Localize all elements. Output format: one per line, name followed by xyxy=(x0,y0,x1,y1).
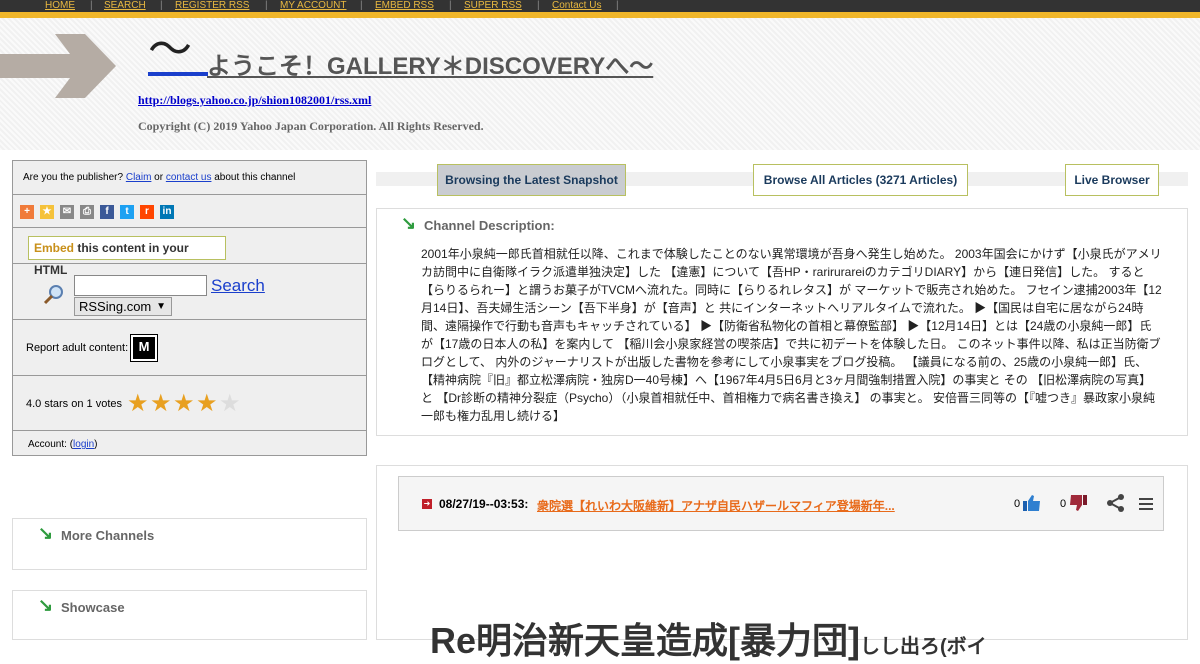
linkedin-icon[interactable]: in xyxy=(160,205,174,219)
nav-super-rss[interactable]: SUPER RSS xyxy=(464,0,522,12)
nav-my-account[interactable]: MY ACCOUNT xyxy=(280,0,347,12)
account-text: Account: (login) xyxy=(28,439,98,450)
tab-latest-snapshot[interactable]: Browsing the Latest Snapshot xyxy=(437,164,626,196)
article-heading-main: Re明治新天皇造成[暴力団] xyxy=(430,620,860,661)
article-heading-tail: しし出ろ(ボイ xyxy=(860,636,987,658)
claim-link[interactable]: Claim xyxy=(126,172,152,183)
title-underline-bar xyxy=(148,72,208,76)
mature-rating-icon[interactable]: M xyxy=(130,334,158,362)
empty-star-icon[interactable]: ★ xyxy=(219,392,241,416)
tab-live-browser[interactable]: Live Browser xyxy=(1065,164,1159,196)
publisher-label: Are you the publisher? xyxy=(23,172,126,183)
or-text: or xyxy=(151,172,166,183)
filled-star-icon[interactable]: ★ xyxy=(150,392,172,416)
rating-row: 4.0 stars on 1 votes ★ ★ ★ ★ ★ xyxy=(13,376,366,431)
more-channels-panel: ↘ More Channels xyxy=(12,518,367,570)
nav-separator: | xyxy=(449,0,452,11)
reddit-icon[interactable]: r xyxy=(140,205,154,219)
top-nav-bar: HOME | SEARCH | REGISTER RSS | MY ACCOUN… xyxy=(0,0,1200,12)
adult-label: Report adult content: xyxy=(26,342,129,354)
arrow-logo-icon xyxy=(0,34,116,98)
description-body: 2001年小泉純一郎氏首相就任以降、これまで体験したことのない異常環境が吾身へ発… xyxy=(421,247,1162,423)
filled-star-icon[interactable]: ★ xyxy=(127,392,149,416)
favorite-star-icon[interactable]: ★ xyxy=(40,205,54,219)
nav-contact-us[interactable]: Contact Us xyxy=(552,0,601,12)
add-icon[interactable]: + xyxy=(20,205,34,219)
search-row: Search RSSing.com ▼ xyxy=(13,264,366,320)
embed-button[interactable]: Embed this content in your HTML xyxy=(28,236,226,277)
thumbs-down-icon[interactable] xyxy=(1068,493,1088,513)
showcase-title: Showcase xyxy=(61,600,125,615)
more-channels-title: More Channels xyxy=(61,528,155,543)
nav-search[interactable]: SEARCH xyxy=(104,0,146,12)
search-button[interactable]: Search xyxy=(211,276,265,296)
title-tilde: ～ xyxy=(148,25,192,74)
twitter-icon[interactable]: t xyxy=(120,205,134,219)
publisher-suffix: about this channel xyxy=(211,172,296,183)
login-link[interactable]: login xyxy=(73,439,94,450)
green-arrow-icon: ↘ xyxy=(38,595,54,615)
publisher-text: Are you the publisher? Claim or contact … xyxy=(23,172,295,183)
account-row: Account: (login) xyxy=(13,431,366,456)
sidebar: Are you the publisher? Claim or contact … xyxy=(12,160,367,456)
green-arrow-icon: ↘ xyxy=(38,523,54,543)
filled-star-icon[interactable]: ★ xyxy=(196,392,218,416)
share-row: + ★ ✉ ⎙ f t r in xyxy=(13,195,366,228)
nav-register-rss[interactable]: REGISTER RSS xyxy=(175,0,249,12)
upvote-count: 0 xyxy=(1014,498,1021,510)
article-title-link[interactable]: 衆院選【れいわ大阪維新】アナザ自民ハザールマフィア登場新年... xyxy=(537,497,895,514)
green-arrow-icon: ↘ xyxy=(401,213,417,233)
embed-word: Embed xyxy=(34,241,75,255)
tab-all-articles[interactable]: Browse All Articles (3271 Articles) xyxy=(753,164,968,196)
nav-separator: | xyxy=(160,0,163,11)
copyright-text: Copyright (C) 2019 Yahoo Japan Corporati… xyxy=(138,119,484,133)
nav-embed-rss[interactable]: EMBED RSS xyxy=(375,0,434,12)
chevron-down-icon: ▼ xyxy=(156,301,166,312)
channel-title[interactable]: ようこそ！GALLERY＊DISCOVERYへ～ xyxy=(207,46,653,81)
account-close: ) xyxy=(94,439,98,450)
contact-us-link[interactable]: contact us xyxy=(166,172,212,183)
print-icon[interactable]: ⎙ xyxy=(80,205,94,219)
embed-row: Embed this content in your HTML xyxy=(13,228,366,277)
adult-report-row: Report adult content: M xyxy=(13,320,366,376)
nav-separator: | xyxy=(537,0,540,11)
nav-separator: | xyxy=(360,0,363,11)
nav-separator: | xyxy=(616,0,619,11)
article-header: ➜ 08/27/19--03:53: 衆院選【れいわ大阪維新】アナザ自民ハザール… xyxy=(398,476,1164,531)
feed-url-link[interactable]: http://blogs.yahoo.co.jp/shion1082001/rs… xyxy=(138,93,371,108)
rss-arrow-icon: ➜ xyxy=(422,499,432,509)
filled-star-icon[interactable]: ★ xyxy=(173,392,195,416)
channel-header: ～ ようこそ！GALLERY＊DISCOVERYへ～ http://blogs.… xyxy=(0,18,1200,150)
article-date: 08/27/19--03:53: xyxy=(439,497,529,511)
select-value: RSSing.com xyxy=(79,299,152,314)
nav-home[interactable]: HOME xyxy=(45,0,75,12)
downvote-count: 0 xyxy=(1060,498,1067,510)
search-scope-select[interactable]: RSSing.com ▼ xyxy=(74,297,172,316)
showcase-panel: ↘ Showcase xyxy=(12,590,367,640)
email-icon[interactable]: ✉ xyxy=(60,205,74,219)
nav-separator: | xyxy=(265,0,268,11)
description-title: Channel Description: xyxy=(424,218,555,233)
thumbs-up-icon[interactable] xyxy=(1022,493,1042,513)
article-heading: Re明治新天皇造成[暴力団]しし出ろ(ボイ xyxy=(430,612,987,664)
account-label: Account: ( xyxy=(28,439,74,450)
publisher-row: Are you the publisher? Claim or contact … xyxy=(13,161,366,195)
magnifier-icon xyxy=(43,285,63,305)
facebook-icon[interactable]: f xyxy=(100,205,114,219)
rating-text: 4.0 stars on 1 votes xyxy=(26,398,122,410)
menu-icon[interactable] xyxy=(1139,497,1153,511)
search-input[interactable] xyxy=(74,275,207,296)
nav-separator: | xyxy=(90,0,93,11)
share-icon[interactable] xyxy=(1106,493,1126,513)
